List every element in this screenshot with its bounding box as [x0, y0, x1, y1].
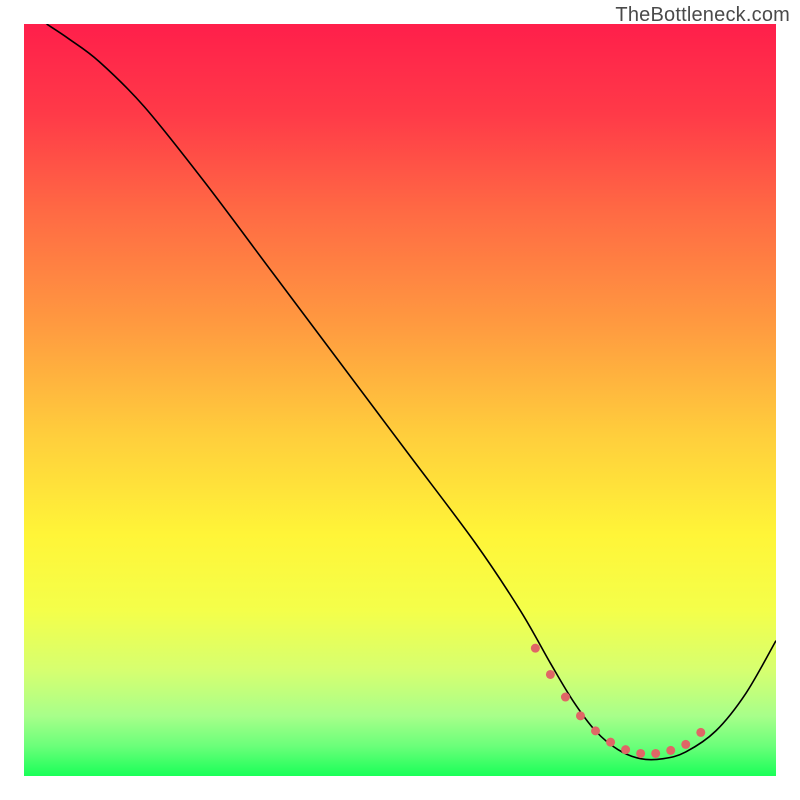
watermark-label: TheBottleneck.com — [615, 4, 790, 27]
marker-point — [636, 749, 645, 758]
chart-area — [24, 24, 776, 776]
marker-point — [696, 728, 705, 737]
marker-point — [576, 711, 585, 720]
marker-point — [531, 644, 540, 653]
marker-point — [606, 738, 615, 747]
chart-svg — [24, 24, 776, 776]
marker-point — [591, 726, 600, 735]
marker-point — [681, 740, 690, 749]
chart-background — [24, 24, 776, 776]
marker-point — [651, 749, 660, 758]
marker-point — [666, 746, 675, 755]
marker-point — [546, 670, 555, 679]
marker-point — [621, 745, 630, 754]
marker-point — [561, 693, 570, 702]
